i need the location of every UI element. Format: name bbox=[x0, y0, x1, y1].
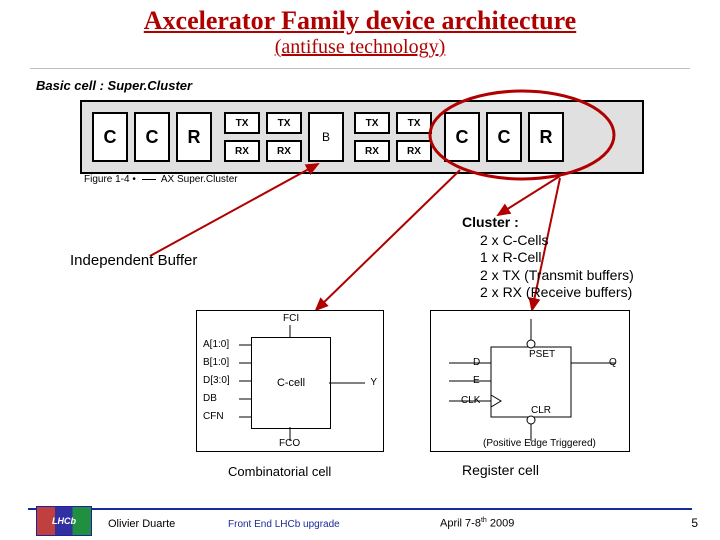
footer-author: Olivier Duarte bbox=[108, 518, 175, 530]
footer-date-year: 2009 bbox=[487, 518, 515, 530]
rcell-port-clk: CLK bbox=[461, 395, 480, 406]
rcell-port-e: E bbox=[473, 375, 480, 386]
sc-rx: RX bbox=[396, 140, 432, 162]
rcell-pset: PSET bbox=[529, 349, 555, 360]
footer-rule bbox=[28, 508, 692, 510]
rcell-note: (Positive Edge Triggered) bbox=[483, 438, 596, 449]
arrow-c-to-comb bbox=[316, 170, 460, 310]
rcell-q: Q bbox=[609, 357, 617, 368]
cluster-description: Cluster : 2 x C-Cells 1 x R-Cell 2 x TX … bbox=[462, 214, 634, 302]
rcell-wires bbox=[431, 311, 629, 451]
slide-title: Axcelerator Family device architecture bbox=[0, 6, 720, 36]
rcell-diagram: D E CLK PSET CLR Q (Positive Edge Trigge… bbox=[430, 310, 630, 452]
sc-b-cell: B bbox=[308, 112, 344, 162]
footer-page: 5 bbox=[691, 516, 698, 530]
cluster-line: 1 x R-Cell bbox=[480, 249, 634, 267]
sc-cell-r: R bbox=[176, 112, 212, 162]
sc-tx: TX bbox=[354, 112, 390, 134]
lhcb-logo: LHCb bbox=[36, 506, 92, 536]
supercluster-caption: Figure 1-4 • AX Super.Cluster bbox=[84, 174, 238, 185]
sc-cell-c: C bbox=[134, 112, 170, 162]
cluster-line: 2 x TX (Transmit buffers) bbox=[480, 267, 634, 285]
cluster-line: 2 x RX (Receive buffers) bbox=[480, 284, 634, 302]
sc-rx: RX bbox=[224, 140, 260, 162]
independent-buffer-label: Independent Buffer bbox=[70, 252, 197, 269]
ccell-diagram: FCI A[1:0] B[1:0] D[3:0] DB CFN C-cell Y… bbox=[196, 310, 384, 452]
sc-cell-c: C bbox=[486, 112, 522, 162]
figcap-rule bbox=[142, 179, 156, 180]
rcell-port-d: D bbox=[473, 357, 480, 368]
basic-cell-label: Basic cell : Super.Cluster bbox=[36, 78, 192, 93]
sc-cell-c: C bbox=[92, 112, 128, 162]
footer-date-prefix: April 7-8 bbox=[440, 518, 481, 530]
ccell-wires bbox=[197, 311, 383, 451]
figcap-prefix: Figure 1-4 • bbox=[84, 174, 136, 185]
sc-tx: TX bbox=[266, 112, 302, 134]
combinatorial-cell-label: Combinatorial cell bbox=[228, 464, 331, 479]
cluster-header: Cluster : bbox=[462, 214, 634, 232]
footer-center: Front End LHCb upgrade bbox=[228, 519, 340, 530]
sc-rx: RX bbox=[354, 140, 390, 162]
sc-cell-c: C bbox=[444, 112, 480, 162]
arrow-ellipse-to-text bbox=[498, 176, 560, 215]
register-cell-label: Register cell bbox=[462, 462, 539, 478]
sc-tx: TX bbox=[224, 112, 260, 134]
cluster-line: 2 x C-Cells bbox=[480, 232, 634, 250]
sc-cell-r: R bbox=[528, 112, 564, 162]
figcap-text: AX Super.Cluster bbox=[161, 174, 238, 185]
footer-date: April 7-8th 2009 bbox=[440, 517, 514, 530]
slide-subtitle: (antifuse technology) bbox=[0, 36, 720, 59]
title-rule bbox=[30, 68, 690, 69]
sc-rx: RX bbox=[266, 140, 302, 162]
supercluster-block: C C R TX TX RX RX B TX TX RX RX C C R bbox=[80, 100, 644, 174]
rcell-clr: CLR bbox=[531, 405, 551, 416]
sc-tx: TX bbox=[396, 112, 432, 134]
